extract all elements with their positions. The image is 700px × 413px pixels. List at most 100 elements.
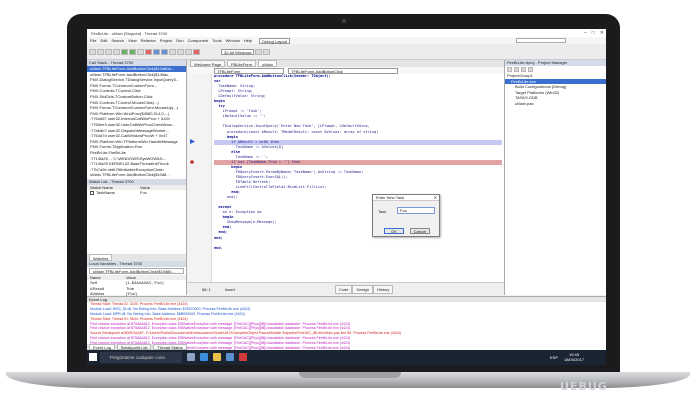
maximize-icon[interactable]: □	[592, 30, 595, 36]
project-tree: ProjectGroup1 FireBrLite.exe Build Configu…	[505, 73, 606, 107]
tab-design[interactable]: Design	[352, 284, 373, 294]
cancel-button[interactable]: Cancel	[410, 228, 430, 234]
code-line[interactable]: end.	[214, 246, 502, 251]
code-area[interactable]: procedure TFBLiteForm.AddButtonClick(Sen…	[214, 74, 502, 282]
open-icon[interactable]	[97, 48, 104, 55]
stop-icon[interactable]	[145, 48, 152, 55]
menu-help[interactable]: Help	[244, 38, 252, 43]
platform-combo[interactable]: 32-bit Windows	[221, 48, 255, 55]
store-icon[interactable]	[226, 353, 234, 361]
options-icon[interactable]	[528, 67, 533, 72]
menu-file[interactable]: File	[90, 38, 96, 43]
menu-refactor[interactable]: Refactor	[141, 38, 156, 43]
ide-search-input[interactable]	[516, 38, 566, 43]
menu-tools[interactable]: Tools	[212, 38, 221, 43]
menu-run[interactable]: Run	[176, 38, 183, 43]
windows-start-icon[interactable]	[89, 353, 97, 361]
code-editor: Welcome Page FBLiteForm uMain TFBLiteFor…	[188, 60, 504, 295]
menu-edit[interactable]: Edit	[100, 38, 107, 43]
language-indicator[interactable]: ESP	[550, 355, 558, 360]
run-icon[interactable]	[121, 48, 128, 55]
save-all-icon[interactable]	[113, 48, 120, 55]
watch-value: Foo	[140, 190, 147, 196]
close-icon[interactable]: ✕	[600, 30, 604, 36]
run-without-debug-icon[interactable]	[129, 48, 136, 55]
project-manager-toolbar	[505, 66, 606, 73]
copy-icon[interactable]	[177, 48, 184, 55]
task-view-icon[interactable]	[187, 353, 195, 361]
save-icon[interactable]	[105, 48, 112, 55]
toolbar: 32-bit Windows	[87, 44, 606, 60]
dialog-close-icon[interactable]: ✕	[434, 195, 437, 201]
taskbar-clock[interactable]: 19:45 18/04/2017	[564, 352, 584, 362]
menu-view[interactable]: View	[128, 38, 137, 43]
breakpoint-icon[interactable]	[193, 48, 200, 55]
tab-umain[interactable]: uMain	[257, 60, 277, 67]
input-query-dialog: Enter New Task ✕ Task Foo OK Cancel	[372, 194, 440, 237]
task-label: Task	[378, 209, 387, 214]
new-icon[interactable]	[89, 48, 96, 55]
project-manager-pane: FireBrLite.dproj - Project Manager Proje…	[504, 60, 606, 295]
menu-window[interactable]: Window	[226, 38, 240, 43]
tab-watches[interactable]: Watches	[89, 254, 113, 262]
editor-gutter[interactable]	[188, 74, 212, 282]
insert-mode: Insert	[224, 286, 235, 292]
call-stack-list: uMain.TFBLiteForm.AddButtonClick($10d80a…	[87, 66, 186, 178]
screen: FireBrLite - uMain [Stopped] - Thread 37…	[87, 29, 606, 365]
dialog-title-bar: Enter New Task ✕	[373, 195, 439, 201]
explorer-icon[interactable]	[213, 353, 221, 361]
window-title: FireBrLite - uMain [Stopped] - Thread 37…	[91, 30, 168, 36]
call-stack-item[interactable]: FMX.Forms.TCommonCustomForm.MouseUp(...)	[87, 105, 186, 111]
window-controls: – □ ✕	[584, 30, 604, 36]
tab-history[interactable]: History	[372, 284, 394, 294]
watch-tabs: Watches	[87, 254, 186, 262]
tab-code[interactable]: Code	[334, 284, 353, 294]
pause-icon[interactable]	[137, 48, 144, 55]
delphi-icon[interactable]	[239, 353, 247, 361]
add-icon[interactable]	[514, 67, 519, 72]
call-stack-item[interactable]: FMX.DialogService.TDialogService.InputQu…	[87, 77, 186, 83]
local-vars-header: Local Variables - Thread 3700	[87, 261, 186, 268]
breakpoint-marker-icon[interactable]	[190, 160, 194, 164]
class-selector[interactable]: TFBLiteForm	[214, 67, 284, 74]
call-stack-item[interactable]: uMain.TFBLiteForm.AddButtonClick($10d8..…	[87, 172, 186, 178]
project-tree-item[interactable]: uMain.pas	[505, 101, 606, 107]
ide-main-area: Call Stack - Thread 3700 uMain.TFBLiteFo…	[87, 60, 606, 296]
redo-icon[interactable]	[263, 48, 271, 55]
left-pane: Call Stack - Thread 3700 uMain.TFBLiteFo…	[87, 60, 187, 296]
ok-button[interactable]: OK	[384, 228, 404, 234]
step-over-icon[interactable]	[153, 48, 160, 55]
window-title-bar: FireBrLite - uMain [Stopped] - Thread 37…	[87, 29, 606, 37]
layout-combo[interactable]: Debug Layout	[259, 37, 290, 44]
cursor-position: 88: 1	[202, 286, 211, 292]
local-vars-combo[interactable]: uMain.TFBLiteForm.AddButtonClick($10d80.…	[89, 268, 184, 274]
editor-tabs: Welcome Page FBLiteForm uMain	[188, 60, 504, 67]
taskbar-apps	[187, 353, 247, 361]
task-input[interactable]: Foo	[397, 207, 435, 214]
taskbar-search[interactable]: Pregúntame cualquier cosa	[100, 352, 182, 363]
paste-icon[interactable]	[185, 48, 192, 55]
method-selector[interactable]: TFBLiteForm.AddButtonClick	[288, 67, 398, 74]
tab-fblite-form[interactable]: FBLiteForm	[227, 60, 256, 67]
watch-empty-area	[87, 196, 186, 254]
watermark-logo: UEBUG	[560, 380, 608, 393]
tab-welcome-page[interactable]: Welcome Page	[190, 60, 226, 67]
checkbox-icon[interactable]	[90, 191, 94, 196]
menu-component[interactable]: Component	[188, 38, 209, 43]
menu-search[interactable]: Search	[111, 38, 124, 43]
undo-icon[interactable]	[255, 48, 263, 55]
cut-icon[interactable]	[169, 48, 176, 55]
laptop-notch	[299, 372, 401, 378]
call-stack-item[interactable]: uMain.TFBLiteForm.AddButtonClick($10d80a…	[87, 66, 186, 72]
event-log-pane: Event Log Thread Start: Thread ID: 3100.…	[87, 296, 606, 357]
menu-project[interactable]: Project	[160, 38, 172, 43]
edge-icon[interactable]	[200, 353, 208, 361]
activate-icon[interactable]	[507, 67, 512, 72]
watch-name: TaskName	[96, 190, 115, 196]
remove-icon[interactable]	[521, 67, 526, 72]
dialog-title: Enter New Task	[376, 195, 404, 200]
minimize-icon[interactable]: –	[584, 30, 587, 36]
call-stack-item[interactable]: :7765ee3 user32.UserCallWinProcCheckWow.…	[87, 122, 186, 128]
windows-taskbar: Pregúntame cualquier cosa ESP 19:45 18/0…	[87, 350, 606, 365]
trace-into-icon[interactable]	[161, 48, 168, 55]
